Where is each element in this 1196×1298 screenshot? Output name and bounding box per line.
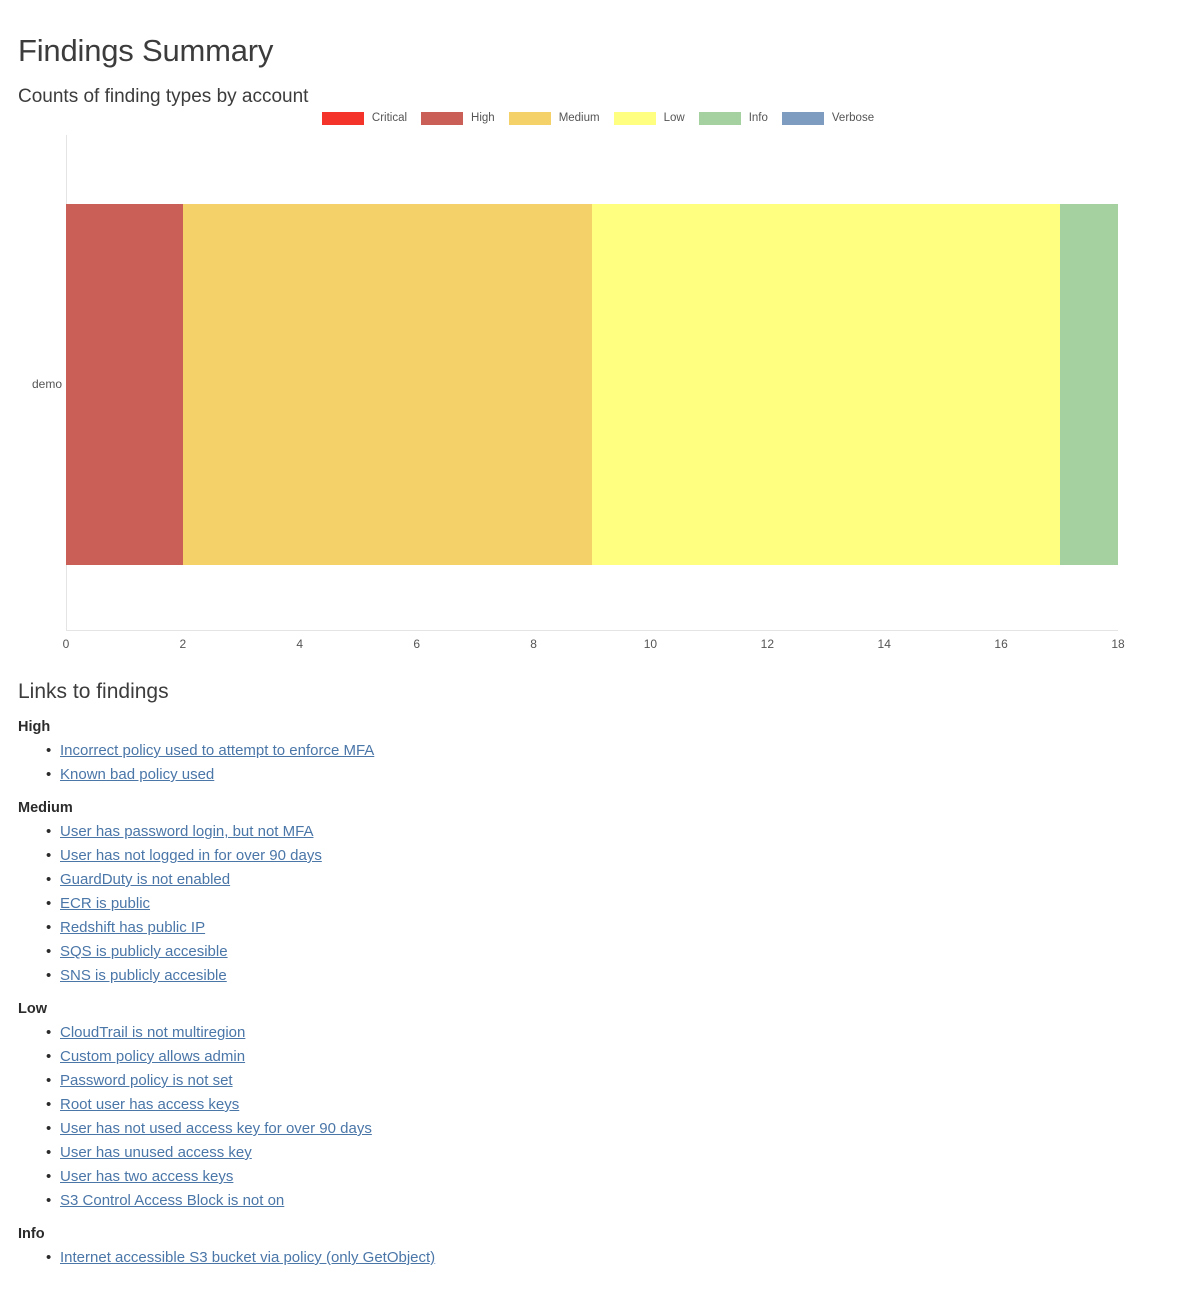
list-item: User has unused access key <box>18 1141 1178 1165</box>
finding-link[interactable]: Root user has access keys <box>60 1096 239 1113</box>
legend-item-verbose[interactable]: Verbose <box>781 111 875 125</box>
findings-group-medium: Medium User has password login, but not M… <box>18 797 1178 988</box>
list-item: Password policy is not set <box>18 1069 1178 1093</box>
list-item: S3 Control Access Block is not on <box>18 1189 1178 1213</box>
finding-link[interactable]: Internet accessible S3 bucket via policy… <box>60 1249 435 1266</box>
stacked-bar-demo <box>66 204 1118 565</box>
finding-link[interactable]: SQS is publicly accesible <box>60 943 228 960</box>
finding-link[interactable]: Custom policy allows admin <box>60 1048 245 1065</box>
list-item: CloudTrail is not multiregion <box>18 1021 1178 1045</box>
x-axis-tick-label: 2 <box>179 637 187 651</box>
finding-link[interactable]: Redshift has public IP <box>60 919 205 936</box>
chart-legend: Critical High Medium Low Info Verbose <box>0 105 1196 131</box>
finding-link[interactable]: CloudTrail is not multiregion <box>60 1024 245 1041</box>
x-axis-tick-label: 12 <box>760 637 775 651</box>
finding-link[interactable]: User has unused access key <box>60 1144 252 1161</box>
finding-link[interactable]: Password policy is not set <box>60 1072 233 1089</box>
legend-swatch-low <box>613 111 656 125</box>
x-axis-tick-label: 8 <box>530 637 537 651</box>
list-item: Redshift has public IP <box>18 916 1178 940</box>
severity-heading: High <box>18 719 51 735</box>
legend-swatch-info <box>698 111 741 125</box>
bar-segment-medium[interactable] <box>182 204 592 565</box>
legend-label: High <box>471 112 495 124</box>
findings-list: User has password login, but not MFA User… <box>18 820 1178 988</box>
finding-link[interactable]: S3 Control Access Block is not on <box>60 1192 284 1209</box>
y-axis-tick-label: demo <box>31 377 62 391</box>
list-item: GuardDuty is not enabled <box>18 868 1178 892</box>
list-item: ECR is public <box>18 892 1178 916</box>
x-axis-tick-label: 6 <box>413 637 420 651</box>
links-to-findings-section: Links to findings High Incorrect policy u… <box>18 678 1178 1280</box>
links-section-title: Links to findings <box>18 680 169 703</box>
finding-link[interactable]: ECR is public <box>60 895 150 912</box>
findings-group-low: Low CloudTrail is not multiregion Custom p… <box>18 998 1178 1213</box>
x-axis-tick-label: 4 <box>296 637 304 651</box>
legend-item-info[interactable]: Info <box>698 111 768 125</box>
x-axis-tick-label: 10 <box>643 637 658 651</box>
findings-groups: High Incorrect policy used to attempt to … <box>18 716 1178 1270</box>
finding-link[interactable]: GuardDuty is not enabled <box>60 871 230 888</box>
bar-segment-info[interactable] <box>1059 204 1118 565</box>
list-item: Custom policy allows admin <box>18 1045 1178 1069</box>
severity-heading: Low <box>18 1001 47 1017</box>
legend-label: Low <box>663 112 685 124</box>
list-item: User has password login, but not MFA <box>18 820 1178 844</box>
bar-segment-high[interactable] <box>66 204 183 565</box>
findings-summary-page: Findings Summary Counts of finding types… <box>0 0 1196 1298</box>
legend-swatch-high <box>421 111 464 125</box>
legend-label: Verbose <box>831 112 875 124</box>
list-item: Root user has access keys <box>18 1093 1178 1117</box>
list-item: User has not logged in for over 90 days <box>18 844 1178 868</box>
findings-bar-chart: Critical High Medium Low Info Verbose demo 0 2… <box>0 105 1196 665</box>
finding-link[interactable]: SNS is publicly accesible <box>60 967 227 984</box>
list-item: Incorrect policy used to attempt to enfo… <box>18 739 1178 763</box>
severity-heading: Medium <box>18 800 73 816</box>
findings-list: Internet accessible S3 bucket via policy… <box>18 1246 1178 1270</box>
legend-label: Medium <box>558 112 600 124</box>
legend-swatch-verbose <box>781 111 824 125</box>
findings-group-info: Info Internet accessible S3 bucket via po… <box>18 1223 1178 1270</box>
list-item: User has not used access key for over 90… <box>18 1117 1178 1141</box>
finding-link[interactable]: User has not logged in for over 90 days <box>60 847 322 864</box>
x-axis-tick-label: 14 <box>877 637 891 651</box>
list-item: SQS is publicly accesible <box>18 940 1178 964</box>
legend-label: Info <box>748 112 768 124</box>
chart-x-axis: 0 2 4 6 8 10 12 14 16 18 <box>62 637 1125 659</box>
legend-swatch-critical <box>321 111 364 125</box>
page-title: Findings Summary <box>18 32 274 68</box>
findings-list: CloudTrail is not multiregion Custom poli… <box>18 1021 1178 1213</box>
findings-list: Incorrect policy used to attempt to enfo… <box>18 739 1178 787</box>
legend-label: Critical <box>371 112 408 124</box>
legend-item-high[interactable]: High <box>421 111 495 125</box>
x-axis-tick-label: 0 <box>62 637 70 651</box>
chart-x-axis-line <box>66 630 1118 631</box>
severity-heading: Info <box>18 1226 45 1242</box>
finding-link[interactable]: User has two access keys <box>60 1168 233 1185</box>
legend-item-low[interactable]: Low <box>613 111 685 125</box>
finding-link[interactable]: User has not used access key for over 90… <box>60 1120 372 1137</box>
legend-item-critical[interactable]: Critical <box>321 111 408 125</box>
legend-swatch-medium <box>508 111 551 125</box>
finding-link[interactable]: Incorrect policy used to attempt to enfo… <box>60 742 374 759</box>
list-item: SNS is publicly accesible <box>18 964 1178 988</box>
legend-item-medium[interactable]: Medium <box>508 111 600 125</box>
bar-segment-low[interactable] <box>591 204 1060 565</box>
findings-group-high: High Incorrect policy used to attempt to … <box>18 716 1178 787</box>
finding-link[interactable]: Known bad policy used <box>60 766 214 783</box>
x-axis-tick-label: 16 <box>994 637 1008 651</box>
list-item: User has two access keys <box>18 1165 1178 1189</box>
finding-link[interactable]: User has password login, but not MFA <box>60 823 313 840</box>
list-item: Known bad policy used <box>18 763 1178 787</box>
x-axis-tick-label: 18 <box>1111 637 1125 651</box>
list-item: Internet accessible S3 bucket via policy… <box>18 1246 1178 1270</box>
